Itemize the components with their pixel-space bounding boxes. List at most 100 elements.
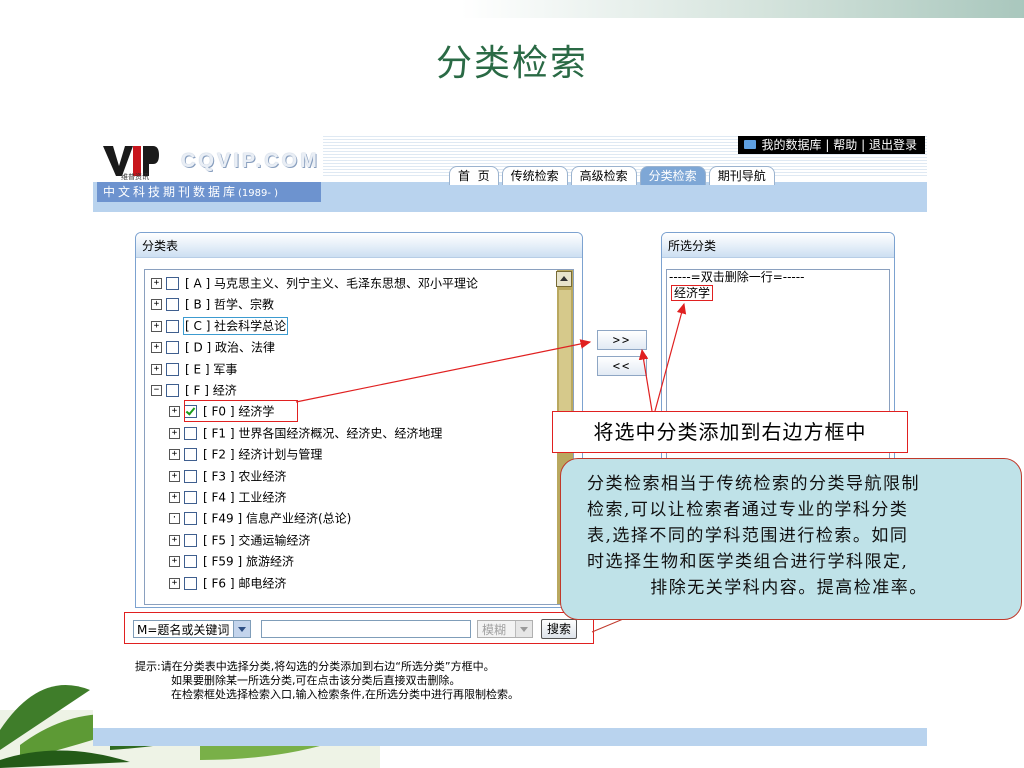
tab-classified-search[interactable]: 分类检索	[639, 166, 706, 185]
tree-item-f1[interactable]: + [ F1 ] 世界各国经济概况、经济史、经济地理	[169, 424, 442, 442]
tree-checkbox[interactable]	[184, 448, 197, 462]
tree-checkbox[interactable]	[184, 426, 197, 440]
tree-item-label[interactable]: [ F ] 经济	[185, 384, 237, 398]
expand-icon[interactable]: +	[151, 363, 162, 375]
database-name-bar: 中文科技期刊数据库(1989- )	[97, 182, 321, 202]
tree-item-label[interactable]: [ B ] 哲学、宗教	[185, 298, 274, 312]
tree-item-label[interactable]: [ F2 ] 经济计划与管理	[203, 448, 322, 462]
tree-checkbox[interactable]	[166, 341, 179, 355]
selected-panel-title: 所选分类	[662, 233, 894, 258]
expand-icon[interactable]: +	[169, 492, 180, 503]
separator: |	[861, 138, 866, 152]
expand-icon[interactable]: +	[151, 278, 162, 289]
tree-checkbox[interactable]	[184, 555, 197, 569]
separator: |	[825, 138, 830, 152]
note-line: 表,选择不同的学科范围进行检索。如同	[587, 526, 909, 546]
tree-item-f5[interactable]: + [ F5 ] 交通运输经济	[169, 531, 310, 549]
tree-checkbox[interactable]	[184, 491, 197, 504]
tab-traditional-search[interactable]: 传统检索	[501, 166, 568, 185]
tree-checkbox[interactable]	[166, 384, 179, 397]
tree-checkbox[interactable]	[184, 469, 197, 483]
note-line: 时选择生物和医学类组合进行学科限定,	[587, 552, 909, 572]
tab-home[interactable]: 首 页	[449, 166, 499, 185]
expand-icon[interactable]: +	[169, 470, 180, 482]
tree-item-d[interactable]: + [ D ] 政治、法律	[151, 338, 275, 356]
scroll-up-arrow-icon[interactable]	[556, 271, 572, 287]
expand-icon[interactable]: +	[151, 342, 162, 354]
expand-icon[interactable]: +	[151, 320, 162, 332]
tree-item-label[interactable]: [ F4 ] 工业经济	[203, 491, 286, 505]
tree-item-label[interactable]: [ C ] 社会科学总论	[182, 317, 289, 336]
cqvip-logo[interactable]: 维普资讯 CQVIP.COM 中文科技期刊数据库(1989- )	[97, 140, 323, 204]
expand-icon[interactable]: +	[151, 299, 162, 311]
tree-item-f2[interactable]: + [ F2 ] 经济计划与管理	[169, 445, 322, 463]
app-header: 维普资讯 CQVIP.COM 中文科技期刊数据库(1989- ) 我的数据库 |…	[93, 134, 927, 212]
collapse-icon[interactable]: −	[151, 385, 162, 396]
tree-item-label[interactable]: [ E ] 军事	[185, 362, 237, 376]
app-footer-band	[93, 728, 927, 746]
logo-site: CQVIP.COM	[181, 150, 320, 172]
expand-icon[interactable]: +	[169, 449, 180, 461]
tree-item-label[interactable]: [ F3 ] 农业经济	[203, 469, 286, 483]
tree-checkbox[interactable]	[166, 362, 179, 376]
classification-panel-title: 分类表	[136, 233, 582, 258]
tree-item-f49[interactable]: · [ F49 ] 信息产业经济(总论)	[169, 509, 351, 527]
add-callout-label: 将选中分类添加到右边方框中	[552, 411, 908, 453]
tree-item-f4[interactable]: + [ F4 ] 工业经济	[169, 488, 286, 506]
tree-item-e[interactable]: + [ E ] 军事	[151, 360, 237, 378]
slide-title: 分类检索	[435, 43, 588, 84]
selected-item[interactable]: 经济学	[671, 285, 714, 301]
tree-item-label[interactable]: [ D ] 政治、法律	[185, 341, 275, 355]
database-name: 中文科技期刊数据库	[103, 185, 239, 199]
explanation-bubble: 分类检索相当于传统检索的分类导航限制 检索,可以让检索者通过专业的学科分类 表,…	[560, 458, 1022, 620]
logout-link[interactable]: 退出登录	[869, 138, 917, 152]
expand-icon[interactable]: +	[169, 577, 180, 589]
tree-item-b[interactable]: + [ B ] 哲学、宗教	[151, 295, 274, 313]
logo-subtitle: 维普资讯	[121, 173, 149, 181]
tree-item-label[interactable]: [ F5 ] 交通运输经济	[203, 533, 310, 547]
expand-icon[interactable]: +	[169, 427, 180, 439]
selected-list-header: -----=双击删除一行=-----	[669, 270, 805, 284]
slide-top-bar	[0, 0, 1024, 18]
nav-tabs: 首 页 传统检索 高级检索 分类检索 期刊导航	[449, 166, 778, 186]
f0-highlight	[184, 400, 298, 422]
tree-checkbox[interactable]	[184, 576, 197, 590]
tree-item-label[interactable]: [ F59 ] 旅游经济	[203, 555, 294, 569]
tree-checkbox[interactable]	[166, 298, 179, 312]
tab-journal-navigation[interactable]: 期刊导航	[708, 166, 775, 185]
search-row-highlight	[124, 612, 594, 644]
tree-checkbox[interactable]	[166, 319, 179, 333]
tree-item-a[interactable]: + [ A ] 马克思主义、列宁主义、毛泽东思想、邓小平理论	[151, 274, 478, 292]
hint-text: 提示:请在分类表中选择分类,将勾选的分类添加到右边“所选分类”方框中。 如果要删…	[135, 660, 519, 702]
add-to-selected-button[interactable]: >>	[597, 330, 647, 350]
my-database-link[interactable]: 我的数据库	[762, 138, 822, 152]
folder-icon	[743, 140, 756, 149]
tree-item-f[interactable]: − [ F ] 经济	[151, 381, 237, 399]
expand-icon[interactable]: +	[169, 534, 180, 546]
hint-line: 如果要删除某一所选分类,可在点击该分类后直接双击删除。	[171, 674, 461, 687]
tree-item-label[interactable]: [ F49 ] 信息产业经济(总论)	[203, 512, 351, 526]
remove-from-selected-button[interactable]: <<	[597, 356, 647, 376]
tree-item-label[interactable]: [ A ] 马克思主义、列宁主义、毛泽东思想、邓小平理论	[185, 277, 478, 291]
tree-item-label[interactable]: [ F1 ] 世界各国经济概况、经济史、经济地理	[203, 426, 442, 440]
tree-item-f59[interactable]: + [ F59 ] 旅游经济	[169, 552, 294, 570]
tree-item-f3[interactable]: + [ F3 ] 农业经济	[169, 467, 286, 485]
top-links-bar: 我的数据库 | 帮助 | 退出登录	[737, 136, 925, 154]
tree-item-label[interactable]: [ F6 ] 邮电经济	[203, 576, 286, 590]
hint-line: 提示:请在分类表中选择分类,将勾选的分类添加到右边“所选分类”方框中。	[135, 660, 495, 673]
note-line: 分类检索相当于传统检索的分类导航限制	[587, 474, 920, 494]
leaf-node-icon[interactable]: ·	[169, 513, 180, 525]
expand-icon[interactable]: +	[169, 406, 180, 418]
note-line: 检索,可以让检索者通过专业的学科分类	[587, 500, 909, 520]
note-line: 排除无关学科内容。提高检准率。	[650, 578, 928, 598]
tree-checkbox[interactable]	[184, 533, 197, 547]
hint-line: 在检索框处选择检索入口,输入检索条件,在所选分类中进行再限制检索。	[171, 688, 519, 701]
tab-advanced-search[interactable]: 高级检索	[570, 166, 637, 185]
expand-icon[interactable]: +	[169, 556, 180, 568]
tree-checkbox[interactable]	[166, 277, 179, 290]
tree-checkbox[interactable]	[184, 512, 197, 526]
tree-item-f6[interactable]: + [ F6 ] 邮电经济	[169, 574, 286, 592]
scroll-thumb[interactable]	[559, 290, 571, 430]
tree-item-c[interactable]: + [ C ] 社会科学总论	[151, 317, 289, 336]
help-link[interactable]: 帮助	[833, 138, 857, 152]
